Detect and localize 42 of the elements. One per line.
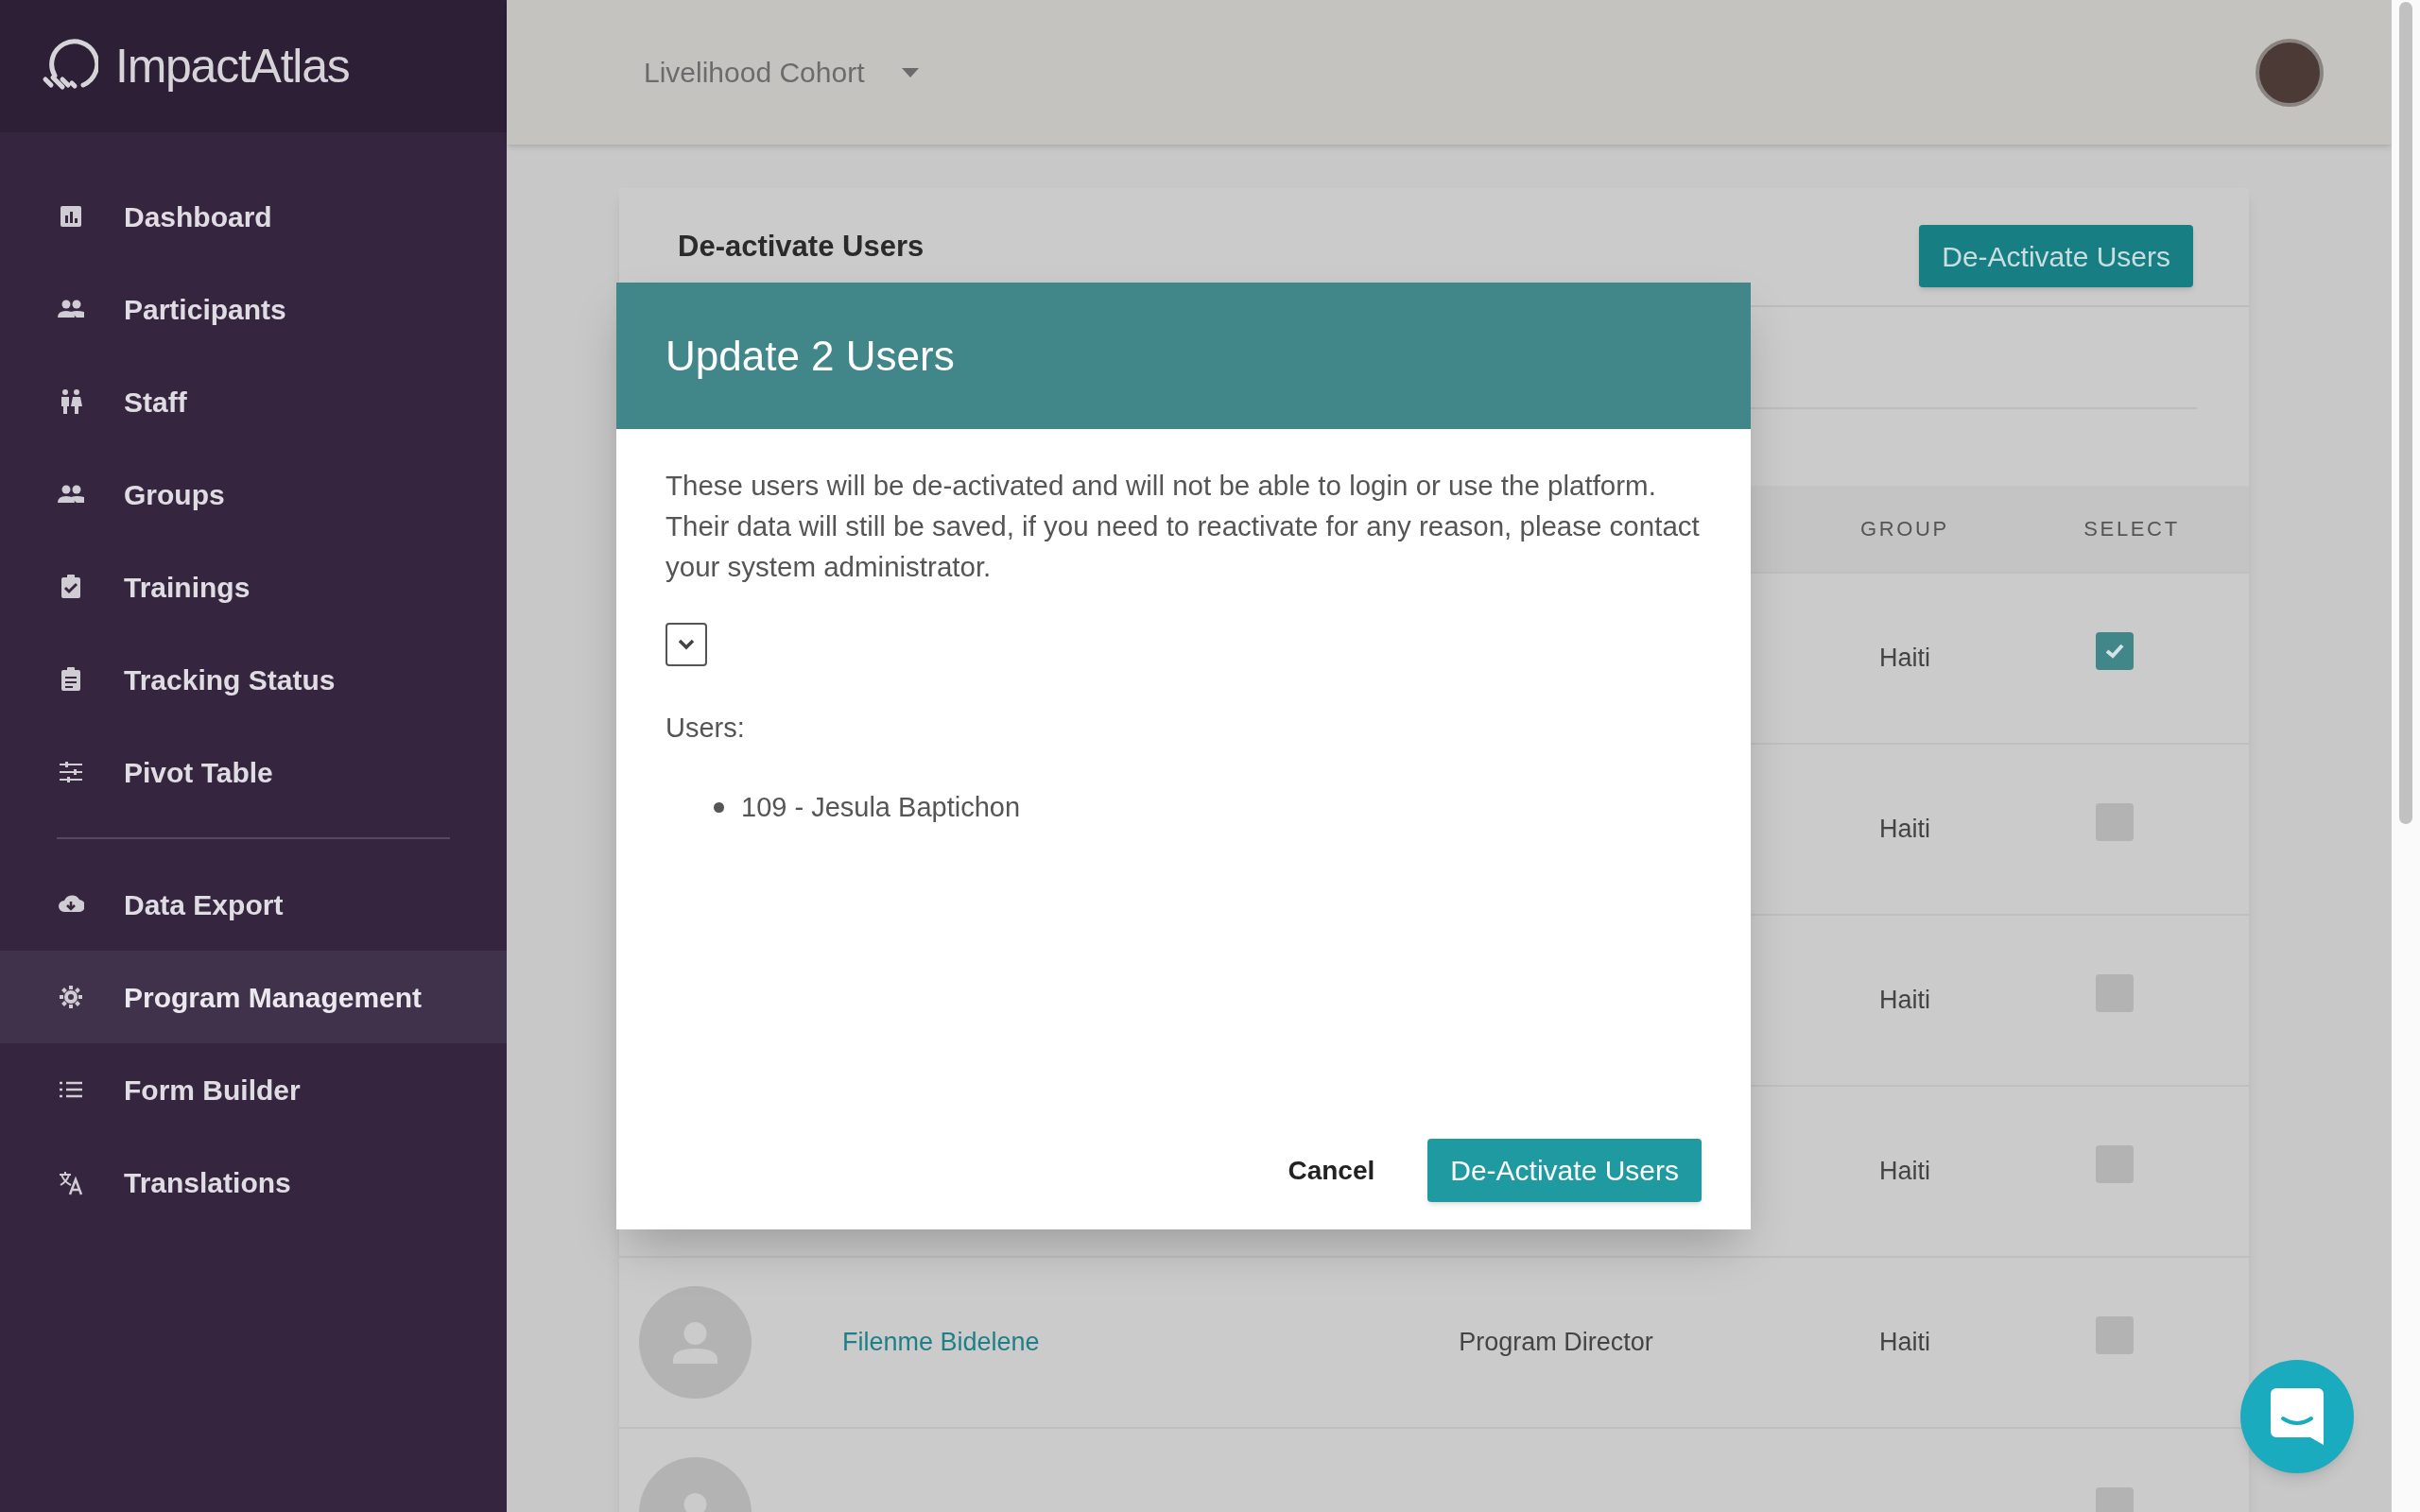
select-checkbox[interactable] — [2096, 973, 2134, 1012]
nav-item[interactable]: Groups — [0, 448, 507, 541]
brand-name: ImpactAtlas — [115, 38, 350, 94]
modal-title: Update 2 Users — [666, 331, 955, 381]
nav-item[interactable]: Pivot Table — [0, 726, 507, 818]
nav-item[interactable]: Form Builder — [0, 1043, 507, 1136]
sliders-icon — [58, 759, 84, 785]
bullet-icon — [714, 801, 724, 813]
user-list-item: 109 - Jesula Baptichon — [741, 790, 1021, 824]
nav-item[interactable]: Program Management — [0, 951, 507, 1043]
nav-item[interactable]: Participants — [0, 263, 507, 355]
caret-icon — [902, 67, 920, 77]
modal-message: These users will be de-activated and will not be able to login or use the platform. Their data will still be saved, if you need to reactivate for any reason, please contact your system administrator. — [666, 469, 1701, 584]
translate-icon — [58, 1169, 84, 1195]
group-cell-text: Haiti — [1879, 814, 1930, 846]
nav-item[interactable]: Staff — [0, 355, 507, 448]
chevron-down-icon — [678, 639, 695, 650]
select-checkbox[interactable] — [2096, 1144, 2134, 1183]
group-cell-text: Haiti — [1879, 985, 1930, 1017]
users-label: Users: — [666, 712, 745, 745]
nav-item[interactable]: Tracking Status — [0, 633, 507, 726]
group-cell-text: Haiti — [1879, 1327, 1930, 1359]
cancel-button[interactable]: Cancel — [1272, 1139, 1391, 1202]
select-checkbox[interactable] — [2096, 1315, 2134, 1354]
nav-item[interactable]: Dashboard — [0, 170, 507, 263]
check-icon — [2105, 643, 2124, 659]
nav-item[interactable]: Translations — [0, 1136, 507, 1228]
nav-item[interactable]: Data Export — [0, 858, 507, 951]
group-cell-text: Haiti — [1879, 1156, 1930, 1188]
scrollbar-thumb[interactable] — [2399, 2, 2412, 824]
select-checkbox[interactable] — [2096, 802, 2134, 841]
chat-icon — [2271, 1388, 2324, 1445]
select-checkbox[interactable] — [2096, 631, 2134, 670]
column-header: GROUP — [1859, 516, 1950, 542]
role-cell-text: Program Director — [1459, 1327, 1653, 1359]
expand-toggle[interactable] — [666, 623, 707, 666]
nav-item[interactable]: Trainings — [0, 541, 507, 633]
column-header: SELECT — [2083, 516, 2181, 542]
group-cell-text: Haiti — [1879, 643, 1930, 675]
settings-icon — [58, 984, 84, 1010]
card-title: De-activate Users — [678, 228, 925, 265]
chart-icon — [58, 203, 84, 230]
